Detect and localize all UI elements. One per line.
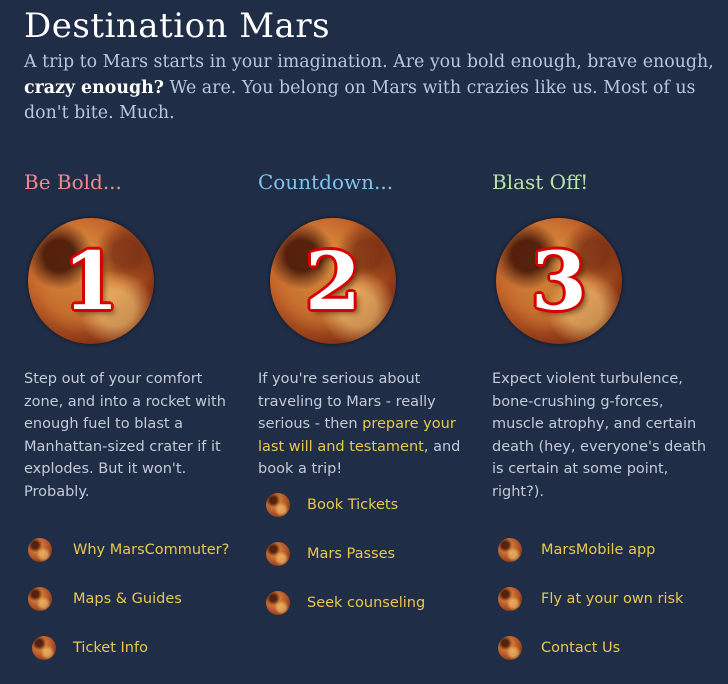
link-label: Ticket Info bbox=[73, 640, 148, 656]
link-ticket-info[interactable]: Ticket Info bbox=[32, 634, 148, 662]
link-fly-own-risk[interactable]: Fly at your own risk bbox=[498, 585, 683, 613]
page-title: Destination Mars bbox=[24, 6, 331, 46]
column-countdown: Countdown... 2 If you're serious about t… bbox=[258, 170, 478, 615]
link-label: Why MarsCommuter? bbox=[73, 542, 230, 558]
column-blast-off: Blast Off! 3 Expect violent turbulence, … bbox=[492, 170, 712, 660]
mars-planet-icon bbox=[32, 636, 56, 660]
mars-planet-icon bbox=[498, 538, 522, 562]
column-description: If you're serious about traveling to Mar… bbox=[258, 368, 478, 481]
link-label: Maps & Guides bbox=[73, 591, 182, 607]
link-label: Mars Passes bbox=[307, 546, 396, 562]
mars-planet-icon bbox=[266, 542, 290, 566]
mars-planet-icon bbox=[498, 636, 522, 660]
mars-planet-icon bbox=[498, 587, 522, 611]
column-heading: Countdown... bbox=[258, 170, 394, 194]
link-seek-counseling[interactable]: Seek counseling bbox=[266, 589, 425, 617]
mars-planet-icon bbox=[28, 587, 52, 611]
link-label: Fly at your own risk bbox=[541, 591, 684, 607]
column-description: Step out of your comfort zone, and into … bbox=[24, 371, 226, 500]
column-description: Expect violent turbulence, bone-crushing… bbox=[492, 371, 707, 500]
step-number: 2 bbox=[305, 234, 361, 328]
link-label: Contact Us bbox=[541, 640, 621, 656]
link-maps-guides[interactable]: Maps & Guides bbox=[28, 585, 182, 613]
mars-planet-icon bbox=[266, 591, 290, 615]
link-mars-passes[interactable]: Mars Passes bbox=[266, 540, 395, 568]
mars-planet-image-3: 3 bbox=[496, 218, 622, 344]
column-heading: Be Bold... bbox=[24, 170, 122, 194]
link-label: Seek counseling bbox=[307, 595, 426, 611]
column-heading: Blast Off! bbox=[492, 170, 589, 194]
mars-planet-icon bbox=[266, 493, 290, 517]
mars-planet-icon bbox=[28, 538, 52, 562]
link-label: Book Tickets bbox=[307, 497, 399, 513]
step-number: 1 bbox=[63, 234, 119, 328]
intro-text: A trip to Mars starts in your imaginatio… bbox=[24, 52, 714, 72]
mars-planet-image-1: 1 bbox=[28, 218, 154, 344]
link-why-marscommuter[interactable]: Why MarsCommuter? bbox=[28, 536, 229, 564]
step-number: 3 bbox=[531, 234, 587, 328]
link-marsmobile-app[interactable]: MarsMobile app bbox=[498, 536, 655, 564]
link-label: MarsMobile app bbox=[541, 542, 656, 558]
intro-emphasis: crazy enough? bbox=[24, 77, 164, 98]
column-be-bold: Be Bold... 1 Step out of your comfort zo… bbox=[24, 170, 244, 660]
link-contact-us[interactable]: Contact Us bbox=[498, 634, 620, 662]
link-book-tickets[interactable]: Book Tickets bbox=[266, 491, 398, 519]
mars-planet-image-2: 2 bbox=[270, 218, 396, 344]
intro-paragraph: A trip to Mars starts in your imaginatio… bbox=[24, 50, 724, 127]
